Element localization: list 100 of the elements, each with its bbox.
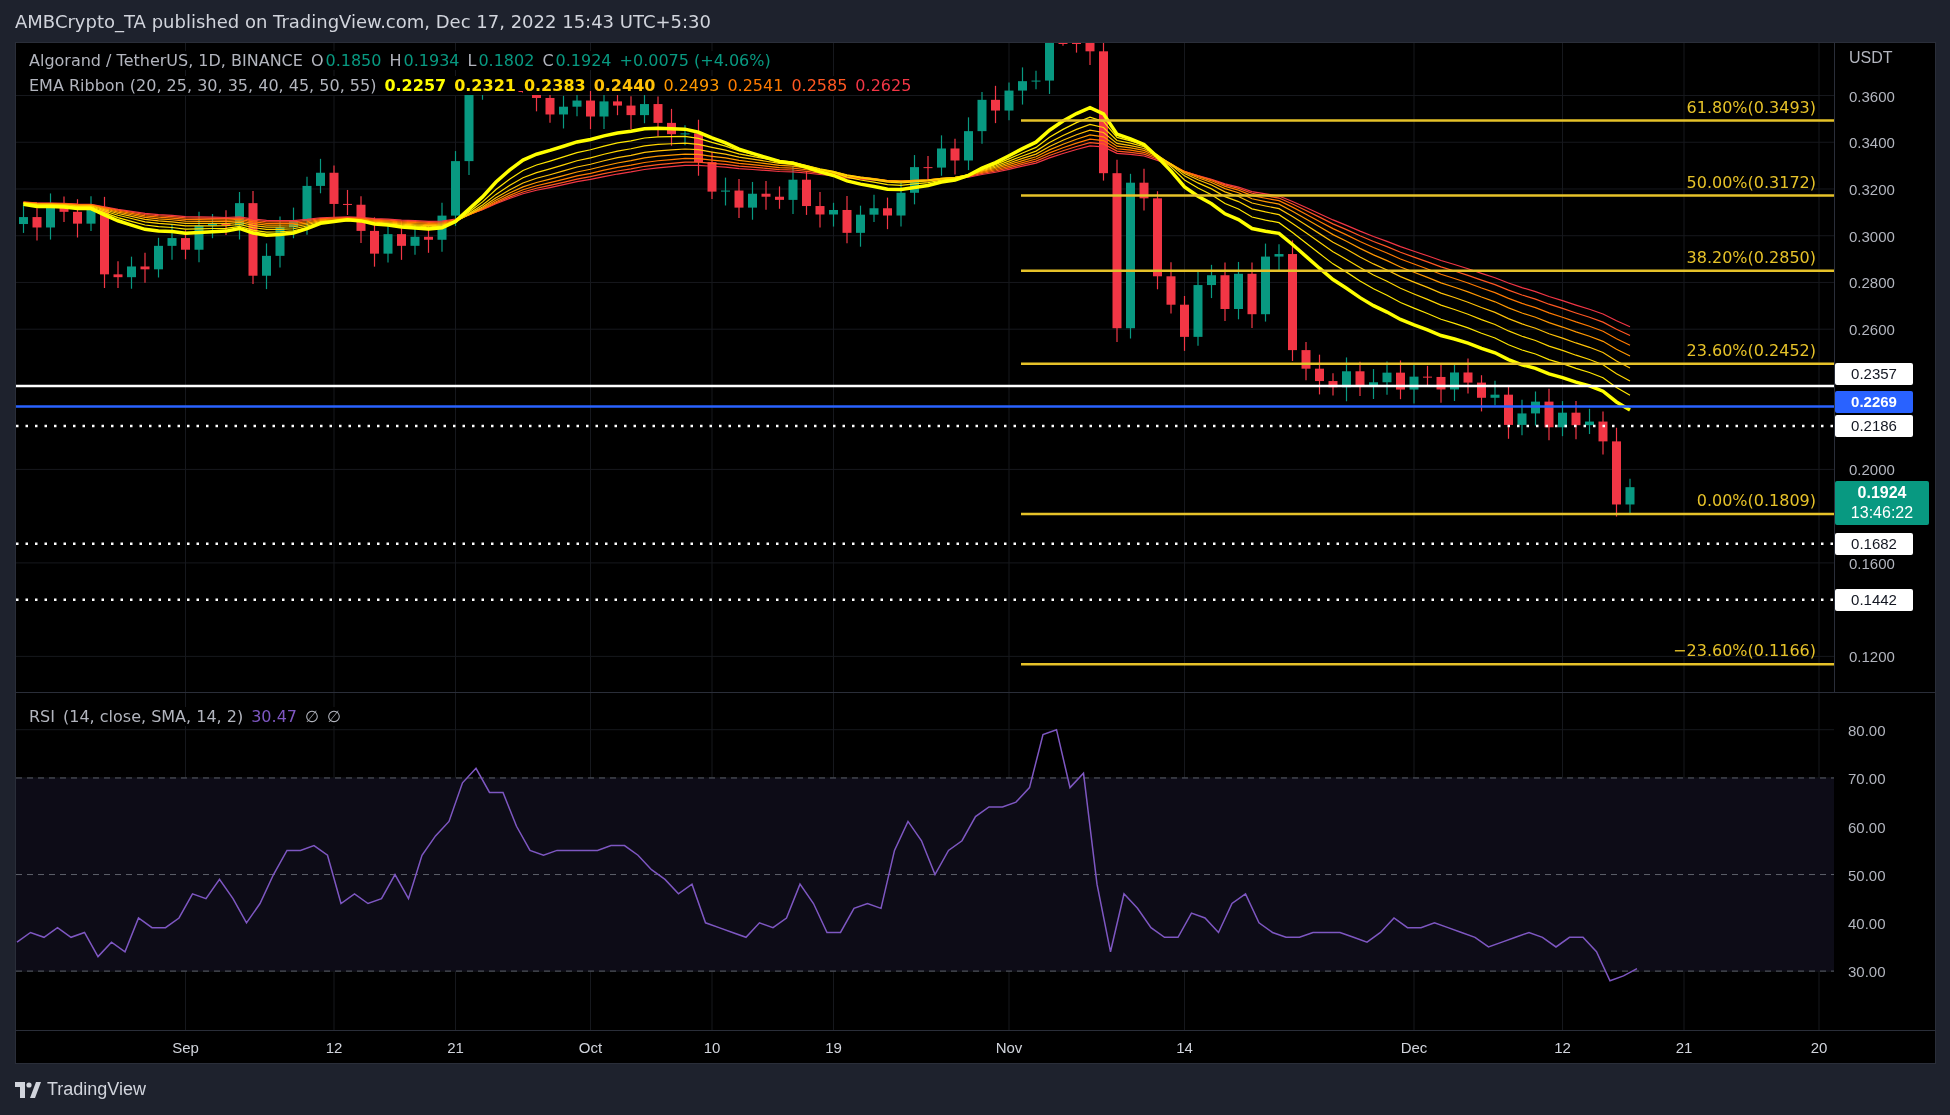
price-tag: 0.1682: [1835, 532, 1913, 555]
price-tick: 0.1200: [1849, 647, 1895, 665]
candle: [977, 91, 987, 145]
candle: [275, 215, 285, 268]
candle: [1517, 399, 1527, 436]
candle: [1531, 390, 1540, 427]
publish-info: AMBCrypto_TA published on TradingView.com, Dec 17, 2022 15:43 UTC+5:30: [14, 9, 712, 35]
candle: [1207, 264, 1216, 299]
date-label: Dec: [1400, 1039, 1428, 1057]
price-change: +0.0075 (+4.06%): [618, 51, 772, 70]
date-label: Sep: [172, 1039, 199, 1057]
candle: [761, 180, 771, 211]
candle: [842, 195, 852, 244]
candle: [262, 242, 271, 290]
rsi-tick: 50.00: [1848, 866, 1886, 884]
date-label: 10: [703, 1039, 721, 1057]
candle: [113, 260, 123, 289]
date-label: Nov: [995, 1039, 1023, 1057]
fib-level-label: 0.00%(0.1809): [1696, 491, 1816, 511]
price-tag: 0.2357: [1835, 363, 1913, 385]
candle: [221, 209, 231, 236]
candle: [1139, 168, 1149, 212]
price-tick: 0.3600: [1849, 87, 1895, 104]
candle: [991, 85, 1000, 124]
ohlc-value: 0.1924: [554, 51, 613, 70]
fib-level-label: 23.60%(0.2452): [1686, 340, 1816, 360]
candle: [1328, 372, 1338, 397]
candle: [1166, 261, 1176, 315]
candle: [32, 207, 42, 242]
candle: [1355, 361, 1365, 397]
candle: [856, 205, 865, 248]
candle: [1625, 478, 1635, 516]
candle: [721, 177, 730, 207]
price-tick: 0.3000: [1849, 227, 1895, 245]
fib-level-label: 38.20%(0.2850): [1686, 247, 1816, 267]
price-tick: 0.2600: [1849, 320, 1895, 338]
candle: [1045, 43, 1054, 95]
candle: [1072, 43, 1081, 54]
candle: [626, 95, 636, 130]
fib-level-label: −23.60%(0.1166): [1673, 641, 1816, 661]
last-price: 0.1924: [1857, 482, 1907, 503]
candle: [140, 252, 150, 284]
candle: [869, 194, 879, 223]
candle: [694, 119, 703, 177]
candle: [680, 124, 690, 146]
date-label: 12: [1554, 1039, 1571, 1057]
price-tag: 0.2269: [1835, 390, 1913, 413]
indicator-params: (14, close, SMA, 14, 2): [62, 707, 245, 727]
candle: [167, 223, 177, 261]
currency-label: USDT: [1849, 49, 1893, 67]
rsi-tick: 60.00: [1848, 818, 1886, 836]
candle: [559, 95, 568, 130]
date-label: 14: [1176, 1039, 1193, 1057]
candle: [734, 178, 744, 219]
candle: [1031, 70, 1041, 90]
indicator-value: 0.2321: [453, 76, 517, 95]
candle: [154, 237, 163, 279]
candle: [1409, 363, 1419, 405]
price-tag: 0.1442: [1835, 588, 1913, 611]
candle: [950, 138, 960, 176]
candle: [194, 211, 204, 263]
date-label: 12: [325, 1039, 343, 1057]
candle: [235, 191, 244, 241]
candle: [302, 176, 312, 236]
bar-countdown: 13:46:22: [1850, 502, 1914, 523]
candle: [815, 191, 825, 229]
indicator-title: EMA Ribbon (20, 25, 30, 35, 40, 45, 50, 55): [28, 76, 378, 95]
price-tag: 0.2186: [1835, 414, 1913, 437]
candle: [1396, 359, 1405, 400]
candle: [370, 216, 379, 268]
candle: [1382, 361, 1392, 396]
indicator-value: ∅: [325, 707, 342, 727]
candle: [181, 229, 190, 260]
candle: [1558, 400, 1567, 437]
logo-icon: [15, 1081, 41, 1098]
candle: [1598, 410, 1608, 455]
date-label: 19: [825, 1039, 842, 1057]
candle: [748, 181, 757, 221]
price-tick: 0.2800: [1849, 273, 1895, 291]
candle: [1585, 408, 1594, 435]
candle: [1301, 341, 1311, 381]
candle: [937, 134, 946, 177]
ohlc-value: 0.1934: [402, 51, 461, 70]
candle: [1247, 261, 1257, 329]
rsi-tick: 80.00: [1848, 721, 1886, 739]
rsi-tick: 30.00: [1848, 962, 1886, 980]
indicator-value: 0.2440: [592, 76, 657, 95]
candle: [1004, 82, 1014, 121]
candle: [46, 192, 55, 241]
indicator-value: 0.2383: [522, 76, 587, 95]
candle: [1369, 368, 1378, 400]
candle: [1544, 388, 1554, 441]
candle: [1450, 362, 1459, 402]
indicator-value: 0.2493: [662, 76, 721, 95]
candle: [1504, 385, 1513, 440]
candle: [1342, 356, 1351, 402]
candle: [1274, 243, 1284, 271]
date-label: Oct: [578, 1039, 603, 1057]
date-label: 20: [1810, 1039, 1828, 1057]
price-tick: 0.2000: [1849, 460, 1895, 478]
